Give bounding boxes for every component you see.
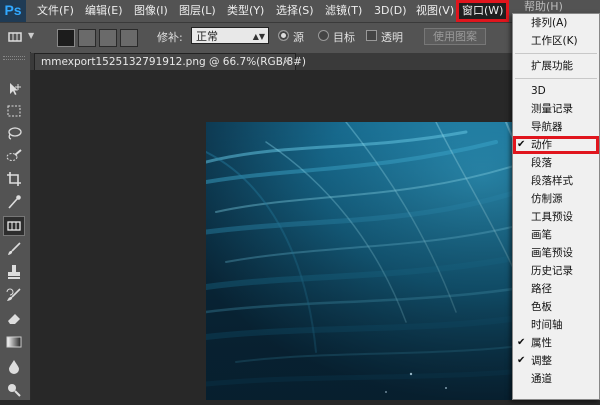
- menu-item-label: 仿制源: [531, 193, 563, 205]
- menu-separator: [515, 78, 597, 79]
- checkmark-icon: ✔: [517, 337, 526, 348]
- menu-item-label: 导航器: [531, 121, 563, 133]
- target-radio[interactable]: [318, 30, 329, 41]
- window-menu-swatches[interactable]: 色板: [513, 298, 599, 316]
- menu-edit[interactable]: 编辑(E): [85, 0, 123, 22]
- menu-view[interactable]: 视图(V): [416, 0, 454, 22]
- clone-stamp-tool-icon[interactable]: [3, 263, 25, 283]
- window-menu-adjustments[interactable]: ✔ 调整: [513, 352, 599, 370]
- move-tool-icon[interactable]: [3, 80, 25, 100]
- menu-item-label: 色板: [531, 301, 552, 313]
- window-menu-channels[interactable]: 通道: [513, 370, 599, 388]
- marquee-tool-icon[interactable]: [3, 102, 25, 122]
- menu-select[interactable]: 选择(S): [276, 0, 314, 22]
- toolbox: [0, 52, 31, 400]
- menu-item-label: 动作: [531, 139, 552, 151]
- lasso-tool-icon[interactable]: [3, 124, 25, 144]
- checkmark-icon: ✔: [517, 139, 526, 150]
- close-icon[interactable]: ×: [283, 54, 291, 70]
- blur-tool-icon[interactable]: [3, 357, 25, 377]
- repair-label: 修补:: [157, 31, 183, 44]
- history-brush-tool-icon[interactable]: [3, 286, 25, 306]
- window-menu-workspace[interactable]: 工作区(K): [513, 32, 599, 50]
- menu-item-label: 工作区(K): [531, 35, 578, 47]
- menu-item-label: 路径: [531, 283, 552, 295]
- menu-item-label: 历史记录: [531, 265, 573, 277]
- menu-item-label: 3D: [531, 85, 546, 97]
- window-menu-paragraph[interactable]: 段落: [513, 154, 599, 172]
- menu-filter[interactable]: 滤镜(T): [325, 0, 362, 22]
- eraser-tool-icon[interactable]: [3, 309, 25, 329]
- use-pattern-button[interactable]: 使用图案: [424, 28, 486, 45]
- window-menu-brush-presets[interactable]: 画笔预设: [513, 244, 599, 262]
- window-menu-measurement-log[interactable]: 测量记录: [513, 100, 599, 118]
- window-menu-3d[interactable]: 3D: [513, 82, 599, 100]
- patch-tool-icon[interactable]: [3, 216, 25, 236]
- checkmark-icon: ✔: [517, 355, 526, 366]
- quick-selection-tool-icon[interactable]: [3, 147, 25, 167]
- menu-item-label: 画笔预设: [531, 247, 573, 259]
- window-menu-extensions[interactable]: 扩展功能: [513, 57, 599, 75]
- transparent-checkbox[interactable]: [366, 30, 377, 41]
- select-arrow-icon: ▲▼: [252, 32, 265, 41]
- menu-help[interactable]: 帮助(H): [520, 0, 600, 13]
- window-menu-clone-source[interactable]: 仿制源: [513, 190, 599, 208]
- menu-type[interactable]: 类型(Y): [227, 0, 264, 22]
- brush-tool-icon[interactable]: [3, 240, 25, 260]
- repair-mode-value: 正常: [196, 30, 218, 43]
- window-menu-paragraph-styles[interactable]: 段落样式: [513, 172, 599, 190]
- options-bar: ▼ 修补: 正常 ▲▼ 源 目标 透明 使用图案: [0, 22, 600, 53]
- window-menu-paths[interactable]: 路径: [513, 280, 599, 298]
- photoshop-logo: Ps: [0, 0, 26, 22]
- menu-item-label: 扩展功能: [531, 60, 573, 72]
- menu-item-label: 时间轴: [531, 319, 563, 331]
- window-menu-arrange[interactable]: 排列(A): [513, 14, 599, 32]
- intersect-selection-button[interactable]: [120, 29, 138, 47]
- menu-item-label: 调整: [531, 355, 552, 367]
- crop-tool-icon[interactable]: [3, 170, 25, 190]
- transparent-label: 透明: [381, 31, 403, 44]
- add-to-selection-button[interactable]: [78, 29, 96, 47]
- menu-separator: [515, 53, 597, 54]
- source-radio[interactable]: [278, 30, 289, 41]
- menu-3d[interactable]: 3D(D): [374, 0, 407, 22]
- target-label: 目标: [333, 31, 355, 44]
- patch-tool-preset-icon[interactable]: [4, 26, 26, 48]
- menu-item-label: 工具预设: [531, 211, 573, 223]
- menu-item-label: 段落样式: [531, 175, 573, 187]
- menu-item-label: 段落: [531, 157, 552, 169]
- menu-file[interactable]: 文件(F): [37, 0, 74, 22]
- menu-bar: Ps 文件(F) 编辑(E) 图像(I) 图层(L) 类型(Y) 选择(S) 滤…: [0, 0, 600, 22]
- toolbox-grip[interactable]: [3, 56, 25, 60]
- window-menu-properties[interactable]: ✔ 属性: [513, 334, 599, 352]
- window-menu-actions[interactable]: ✔ 动作: [513, 136, 599, 154]
- window-menu-tool-presets[interactable]: 工具预设: [513, 208, 599, 226]
- menu-image[interactable]: 图像(I): [134, 0, 168, 22]
- document-tab[interactable]: mmexport1525132791912.png @ 66.7%(RGB/8#…: [34, 53, 306, 70]
- menu-item-label: 属性: [531, 337, 552, 349]
- repair-mode-select[interactable]: 正常 ▲▼: [191, 27, 269, 44]
- document-tab-title: mmexport1525132791912.png @ 66.7%(RGB/8#…: [41, 56, 307, 68]
- menu-window[interactable]: 窗口(W): [456, 0, 510, 22]
- eyedropper-tool-icon[interactable]: [3, 193, 25, 213]
- window-menu-dropdown: 排列(A) 工作区(K) 扩展功能 3D 测量记录 导航器 ✔ 动作 段落 段落…: [512, 13, 600, 400]
- window-menu-brush[interactable]: 画笔: [513, 226, 599, 244]
- menu-item-label: 画笔: [531, 229, 552, 241]
- menu-item-label: 排列(A): [531, 17, 568, 29]
- preset-chevron-down-icon[interactable]: ▼: [28, 31, 34, 40]
- window-menu-navigator[interactable]: 导航器: [513, 118, 599, 136]
- menu-item-label: 测量记录: [531, 103, 573, 115]
- window-menu-history[interactable]: 历史记录: [513, 262, 599, 280]
- window-menu-timeline[interactable]: 时间轴: [513, 316, 599, 334]
- dodge-tool-icon[interactable]: [3, 380, 25, 400]
- menu-item-label: 通道: [531, 373, 552, 385]
- menu-layer[interactable]: 图层(L): [179, 0, 216, 22]
- subtract-from-selection-button[interactable]: [99, 29, 117, 47]
- source-label: 源: [293, 31, 304, 44]
- gradient-tool-icon[interactable]: [3, 333, 25, 353]
- new-selection-button[interactable]: [57, 29, 75, 47]
